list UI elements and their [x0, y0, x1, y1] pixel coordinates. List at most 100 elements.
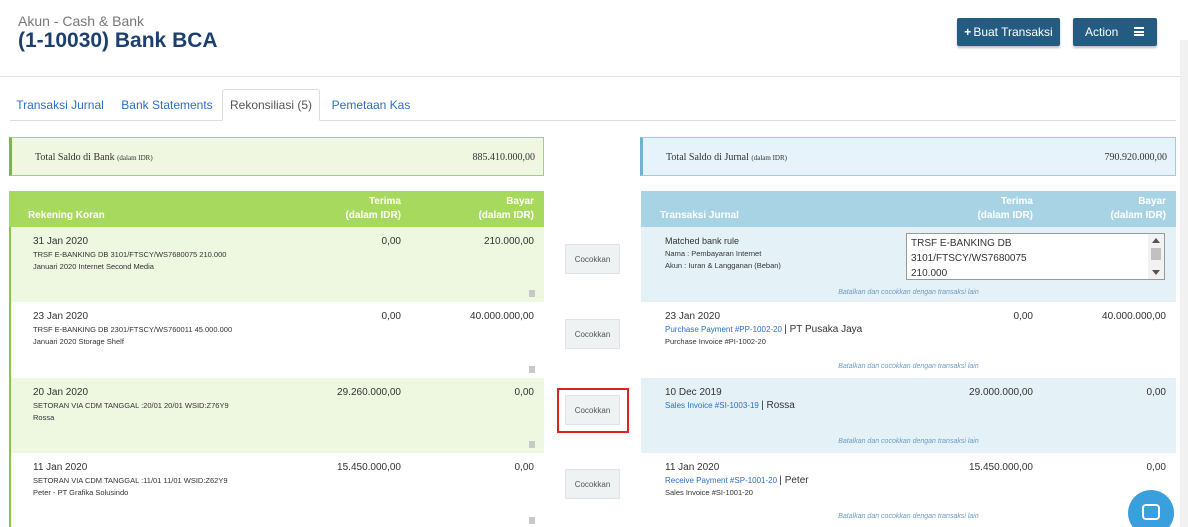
journal-row: 10 Dec 2019 Sales Invoice #SI-1003-19 | …: [641, 378, 1176, 453]
row-bayar: 40.000.000,00: [1102, 311, 1166, 322]
bayar-heading: Bayar: [1138, 196, 1166, 207]
party-name: Peter: [784, 475, 809, 486]
bank-statement-row: 20 Jan 2020 SETORAN VIA CDM TANGGAL :20/…: [9, 378, 544, 453]
row-bayar: 40.000.000,00: [470, 311, 534, 322]
transaction-link[interactable]: Purchase Payment #PP-1002-20: [665, 325, 782, 334]
box-scrollbar[interactable]: [1148, 234, 1164, 279]
trash-icon[interactable]: [529, 366, 535, 373]
row-date: 23 Jan 2020: [665, 311, 721, 322]
buat-transaksi-label: Buat Transaksi: [973, 25, 1053, 39]
trash-icon[interactable]: [529, 441, 535, 448]
row-description: TRSF E-BANKING DB 3101/FTSCY/WS7680075 2…: [33, 250, 227, 259]
page-header: Akun - Cash & Bank (1-10030) Bank BCA + …: [0, 0, 1188, 77]
action-button[interactable]: Action: [1073, 18, 1157, 46]
page-subtitle: Akun - Cash & Bank: [18, 13, 145, 29]
row-date: 31 Jan 2020: [33, 236, 89, 247]
row-date: 11 Jan 2020: [665, 462, 720, 473]
tab-transaksi-jurnal[interactable]: Transaksi Jurnal: [10, 89, 110, 121]
terima-unit: (dalam IDR): [977, 210, 1033, 221]
row-terima: 15.450.000,00: [337, 462, 401, 473]
tab-bank-statements[interactable]: Bank Statements: [118, 89, 216, 121]
bank-balance-value: 885.410.000,00: [472, 152, 536, 163]
bank-statement-header: Rekening Koran Terima (dalam IDR) Bayar (d…: [9, 191, 544, 227]
row-terima: 0,00: [381, 236, 401, 247]
transaksi-jurnal-heading: Transaksi Jurnal: [660, 210, 739, 221]
terima-heading: Terima: [1000, 196, 1033, 207]
tab-bar: Transaksi Jurnal Bank Statements Rekonsi…: [10, 89, 1176, 121]
journal-row: 23 Jan 2020 Purchase Payment #PP-1002-20…: [641, 302, 1176, 378]
journal-balance-value: 790.920.000,00: [1104, 152, 1168, 163]
bank-statement-row: 11 Jan 2020 SETORAN VIA CDM TANGGAL :11/…: [9, 453, 544, 527]
row-date: 20 Jan 2020: [33, 387, 89, 398]
journal-balance-summary: Total Saldo di Jurnal (dalam IDR) 790.92…: [640, 137, 1176, 176]
page-scrollbar[interactable]: [1180, 40, 1188, 527]
rule-box-line1: TRSF E-BANKING DB: [911, 238, 1012, 249]
rekening-koran-heading: Rekening Koran: [28, 210, 105, 221]
transaction-link[interactable]: Receive Payment #SP-1001-20: [665, 476, 777, 485]
bayar-unit: (dalam IDR): [478, 210, 534, 221]
scroll-down-icon: [1152, 270, 1160, 275]
bank-balance-label: Total Saldo di Bank: [35, 152, 115, 163]
row-description: SETORAN VIA CDM TANGGAL :11/01 11/01 WSI…: [33, 476, 228, 485]
rule-description-box[interactable]: TRSF E-BANKING DB 3101/FTSCY/WS7680075 2…: [906, 233, 1165, 280]
page-title: (1-10030) Bank BCA: [18, 29, 218, 52]
row-bayar: 0,00: [1146, 387, 1166, 398]
transaction-link[interactable]: Sales Invoice #SI-1003-19: [665, 401, 759, 410]
row-bayar: 0,00: [514, 387, 534, 398]
cocokkan-button[interactable]: Cocokkan: [565, 319, 620, 349]
row-terima: 29.000.000,00: [969, 387, 1033, 398]
action-label: Action: [1085, 25, 1119, 39]
rule-box-line2: 3101/FTSCY/WS7680075: [911, 253, 1027, 264]
row-memo: Januari 2020 Storage Shelf: [33, 337, 124, 346]
tab-rekonsiliasi[interactable]: Rekonsiliasi (5): [222, 89, 320, 121]
bayar-unit: (dalam IDR): [1110, 210, 1166, 221]
highlight-box: [557, 388, 629, 433]
row-bayar: 0,00: [514, 462, 534, 473]
bayar-heading: Bayar: [506, 196, 534, 207]
row-bayar: 210.000,00: [483, 236, 534, 247]
journal-balance-label: Total Saldo di Jurnal: [666, 152, 749, 163]
row-terima: 15.450.000,00: [969, 462, 1033, 473]
hamburger-icon: [1134, 27, 1144, 36]
cocokkan-button[interactable]: Cocokkan: [565, 244, 620, 274]
tab-pemetaan-kas[interactable]: Pemetaan Kas: [328, 89, 414, 121]
journal-balance-unit: (dalam IDR): [751, 154, 787, 162]
cancel-match-link[interactable]: Batalkan dan cocokkan dengan transaksi l…: [641, 363, 1176, 370]
bank-statement-row: 23 Jan 2020 TRSF E-BANKING DB 2301/FTSCY…: [9, 302, 544, 378]
rule-akun: Akun : Iuran & Langganan (Beban): [665, 261, 781, 270]
trash-icon[interactable]: [529, 290, 535, 297]
buat-transaksi-button[interactable]: + Buat Transaksi: [957, 18, 1060, 46]
cancel-match-link[interactable]: Batalkan dan cocokkan dengan transaksi l…: [641, 438, 1176, 445]
row-bayar: 0,00: [1146, 462, 1166, 473]
bank-statement-row: 31 Jan 2020 TRSF E-BANKING DB 3101/FTSCY…: [9, 227, 544, 302]
row-description: SETORAN VIA CDM TANGGAL :20/01 20/01 WSI…: [33, 401, 229, 410]
row-memo: Januari 2020 Internet Second Media: [33, 262, 154, 271]
invoice-ref: Purchase Invoice #PI-1002-20: [665, 337, 766, 346]
plus-icon: +: [964, 25, 972, 39]
cancel-match-link[interactable]: Batalkan dan cocokkan dengan transaksi l…: [641, 289, 1176, 296]
row-terima: 29.260.000,00: [337, 387, 401, 398]
rule-nama: Nama : Pembayaran Internet: [665, 249, 762, 258]
bank-balance-summary: Total Saldo di Bank (dalam IDR) 885.410.…: [9, 137, 544, 176]
trash-icon[interactable]: [529, 517, 535, 524]
row-date: 10 Dec 2019: [665, 387, 722, 398]
row-memo: Peter - PT Grafika Solusindo: [33, 488, 129, 497]
terima-unit: (dalam IDR): [345, 210, 401, 221]
row-terima: 0,00: [1013, 311, 1033, 322]
party-name: Rossa: [766, 400, 795, 411]
journal-row: 11 Jan 2020 Receive Payment #SP-1001-20 …: [641, 453, 1176, 527]
row-date: 23 Jan 2020: [33, 311, 89, 322]
row-date: 11 Jan 2020: [33, 462, 88, 473]
rule-box-line3: 210.000: [911, 268, 948, 279]
row-memo: Rossa: [33, 413, 55, 422]
invoice-ref: Sales Invoice #SI-1001-20: [665, 488, 753, 497]
cancel-match-link[interactable]: Batalkan dan cocokkan dengan transaksi l…: [641, 513, 1176, 520]
journal-rule-row: Matched bank rule Nama : Pembayaran Inte…: [641, 227, 1176, 302]
scroll-up-icon: [1152, 238, 1160, 243]
row-terima: 0,00: [381, 311, 401, 322]
row-description: TRSF E-BANKING DB 2301/FTSCY/WS760011 45…: [33, 325, 233, 334]
chat-icon: [1142, 504, 1160, 520]
journal-header: Transaksi Jurnal Terima (dalam IDR) Bayar…: [641, 191, 1176, 227]
bank-balance-unit: (dalam IDR): [117, 154, 153, 162]
cocokkan-button[interactable]: Cocokkan: [565, 469, 620, 499]
